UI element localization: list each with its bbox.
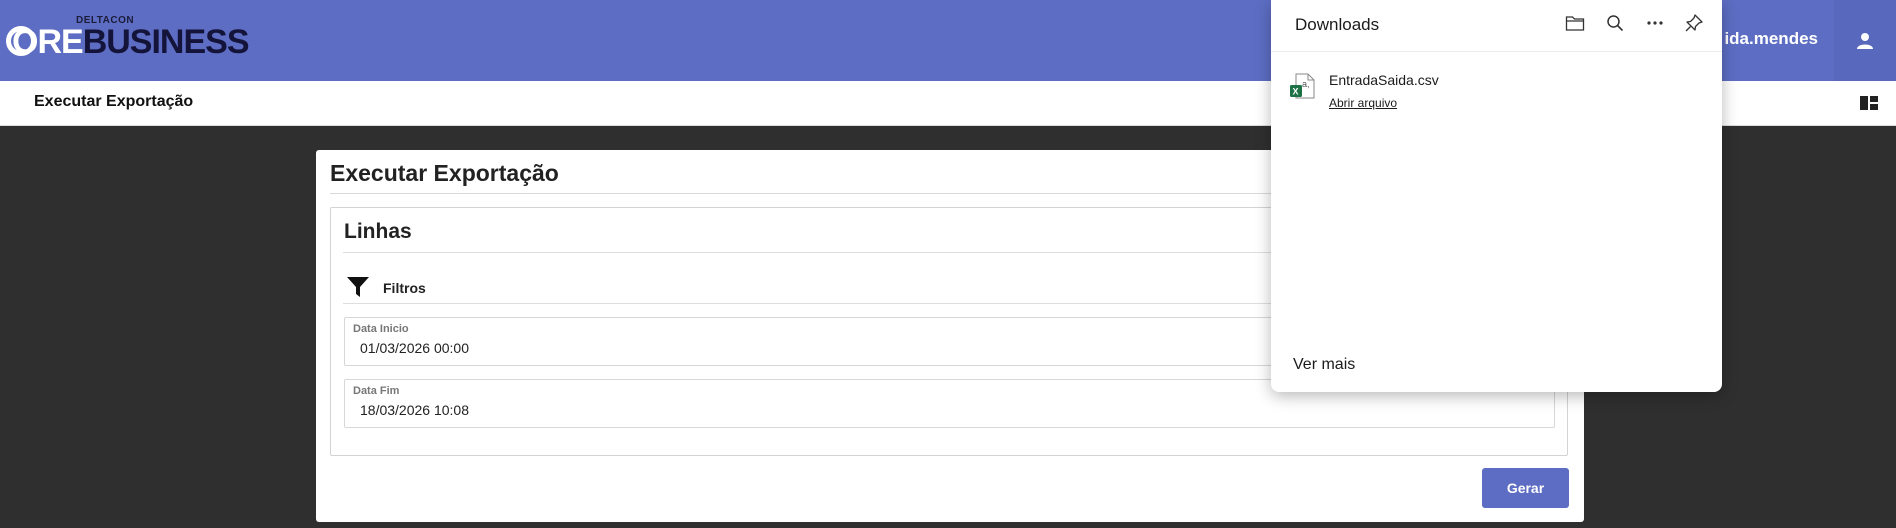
divider bbox=[1271, 51, 1722, 52]
svg-text:X: X bbox=[1293, 87, 1299, 97]
user-name[interactable]: ida.mendes bbox=[1724, 29, 1818, 49]
logo-ore: ORE bbox=[12, 23, 84, 61]
end-date-value[interactable]: 18/03/2026 10:08 bbox=[360, 402, 469, 418]
logo-wordmark: OREBUSINESS bbox=[12, 23, 250, 61]
downloads-title: Downloads bbox=[1295, 15, 1380, 34]
card-title: Executar Exportação bbox=[330, 160, 559, 186]
app-logo[interactable]: DELTACON OREBUSINESS bbox=[6, 12, 250, 62]
excel-file-icon: a, X bbox=[1290, 73, 1315, 99]
user-menu-button[interactable] bbox=[1834, 0, 1896, 81]
breadcrumb-title: Executar Exportação bbox=[34, 93, 194, 110]
open-file-link[interactable]: Abrir arquivo bbox=[1329, 96, 1397, 110]
pin-button[interactable] bbox=[1681, 10, 1707, 36]
more-options-button[interactable] bbox=[1642, 10, 1668, 36]
search-icon bbox=[1607, 15, 1624, 32]
start-date-value[interactable]: 01/03/2026 00:00 bbox=[360, 340, 469, 356]
folder-icon bbox=[1565, 16, 1585, 31]
filter-icon bbox=[347, 277, 369, 297]
svg-text:a,: a, bbox=[1302, 79, 1310, 89]
downloads-flyout: Downloads a, X EntradaSaida.csv Abrir ar… bbox=[1271, 0, 1722, 392]
open-folder-button[interactable] bbox=[1562, 10, 1588, 36]
more-icon bbox=[1647, 21, 1663, 25]
generate-button[interactable]: Gerar bbox=[1482, 468, 1569, 508]
see-more-link[interactable]: Ver mais bbox=[1293, 356, 1355, 374]
download-file-name[interactable]: EntradaSaida.csv bbox=[1329, 72, 1439, 88]
end-date-label: Data Fim bbox=[353, 385, 400, 397]
search-downloads-button[interactable] bbox=[1602, 10, 1628, 36]
user-icon bbox=[1857, 32, 1873, 49]
logo-business: BUSINESS bbox=[82, 23, 250, 61]
layout-grid-icon[interactable] bbox=[1860, 96, 1878, 110]
pin-icon bbox=[1685, 14, 1703, 32]
start-date-label: Data Inicio bbox=[353, 323, 409, 335]
panel-title: Linhas bbox=[344, 220, 412, 243]
filters-label: Filtros bbox=[383, 280, 426, 296]
